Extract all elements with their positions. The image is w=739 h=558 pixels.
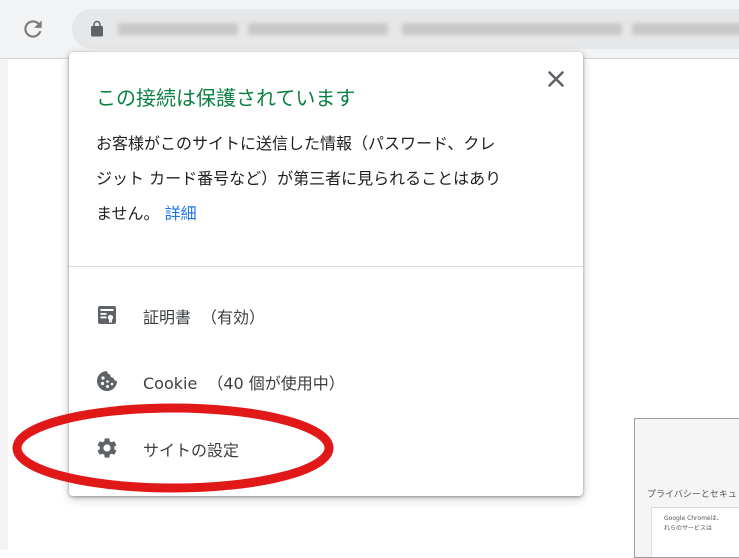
popup-title: この接続は保護されています <box>96 86 356 110</box>
browser-toolbar <box>0 0 739 59</box>
cookie-icon <box>97 371 117 391</box>
cookie-label: Cookie （40 個が使用中） <box>143 370 345 394</box>
close-icon[interactable] <box>543 66 569 92</box>
description-line: お客様がこのサイトに送信した情報（パスワード、クレ <box>96 134 496 153</box>
site-settings-item[interactable]: サイトの設定 <box>69 420 583 476</box>
address-bar[interactable] <box>72 9 739 49</box>
background-text-line: れらのサービスは <box>664 525 713 532</box>
page-left-edge <box>0 59 8 550</box>
description-line-text: ません。 <box>96 204 160 223</box>
reload-icon[interactable] <box>20 16 46 42</box>
blurred-url <box>248 23 388 35</box>
details-link[interactable]: 詳細 <box>165 204 197 223</box>
blurred-url <box>118 23 238 35</box>
background-heading: プライバシーとセキュ <box>647 490 737 500</box>
certificate-title: 証明書 <box>143 308 192 327</box>
certificate-item[interactable]: 証明書 （有効） <box>69 287 583 343</box>
description-line-last: ません。 詳細 <box>96 196 566 231</box>
site-info-popup: この接続は保護されています お客様がこのサイトに送信した情報（パスワード、クレ … <box>69 52 583 496</box>
background-text-line: Google Chromeは、 <box>664 515 723 522</box>
gear-icon <box>97 438 117 458</box>
certificate-label: 証明書 （有効） <box>143 304 265 328</box>
site-settings-label: サイトの設定 <box>143 441 240 460</box>
certificate-icon <box>98 306 116 324</box>
lock-icon[interactable] <box>88 20 106 38</box>
background-content-card: プライバシーとセキュ Google Chromeは、 れらのサービスは <box>634 418 739 558</box>
description-line: ジット カード番号など）が第三者に見られることはあり <box>96 169 502 188</box>
blurred-url <box>632 23 739 35</box>
popup-description: お客様がこのサイトに送信した情報（パスワード、クレ ジット カード番号など）が第… <box>96 126 566 231</box>
background-text: Google Chromeは、 れらのサービスは <box>664 514 723 534</box>
cookie-count: （40 個が使用中） <box>207 374 345 393</box>
background-text-box: Google Chromeは、 れらのサービスは <box>651 507 739 557</box>
cookie-item[interactable]: Cookie （40 個が使用中） <box>69 353 583 409</box>
popup-divider <box>69 266 583 267</box>
cookie-title: Cookie <box>143 374 198 393</box>
certificate-status: （有効） <box>201 308 266 327</box>
blurred-url <box>402 23 622 35</box>
